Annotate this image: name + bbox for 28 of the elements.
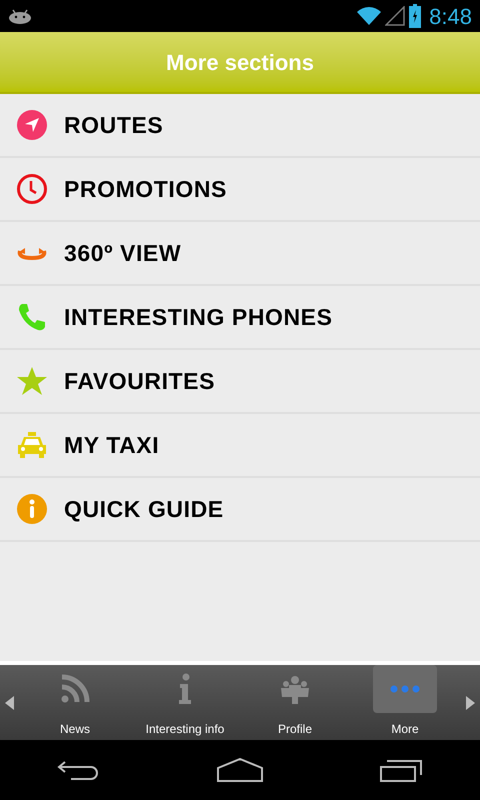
clock-icon bbox=[16, 173, 48, 205]
tab[interactable]: More bbox=[350, 665, 460, 741]
tab[interactable]: Profile bbox=[240, 665, 350, 741]
section-item[interactable]: PROMOTIONS bbox=[0, 158, 480, 222]
taxi-icon bbox=[16, 429, 48, 461]
section-item[interactable]: 360º VIEW bbox=[0, 222, 480, 286]
battery-icon bbox=[409, 4, 422, 28]
wifi-icon bbox=[357, 6, 382, 26]
section-item[interactable]: FAVOURITES bbox=[0, 350, 480, 414]
people-icon bbox=[279, 673, 311, 705]
android-icon bbox=[8, 8, 32, 24]
home-icon[interactable] bbox=[216, 758, 264, 782]
tab[interactable]: Interesting info bbox=[130, 665, 240, 741]
section-item[interactable]: MY TAXI bbox=[0, 414, 480, 478]
clock-time: 8:48 bbox=[429, 2, 472, 30]
section-item[interactable]: QUICK GUIDE bbox=[0, 478, 480, 542]
phone-icon bbox=[16, 301, 48, 333]
section-item[interactable]: ROUTES bbox=[0, 94, 480, 158]
right-arrow-icon[interactable] bbox=[464, 694, 476, 710]
left-arrow-icon[interactable] bbox=[4, 694, 16, 710]
header-title: More sections bbox=[166, 48, 314, 76]
section-item[interactable]: INTERESTING PHONES bbox=[0, 286, 480, 350]
rss-icon bbox=[59, 673, 91, 705]
tab[interactable]: News bbox=[20, 665, 130, 741]
star-icon bbox=[16, 365, 48, 397]
signal-icon bbox=[385, 6, 406, 26]
recent-apps-icon[interactable] bbox=[378, 758, 423, 782]
info-icon bbox=[16, 493, 48, 525]
